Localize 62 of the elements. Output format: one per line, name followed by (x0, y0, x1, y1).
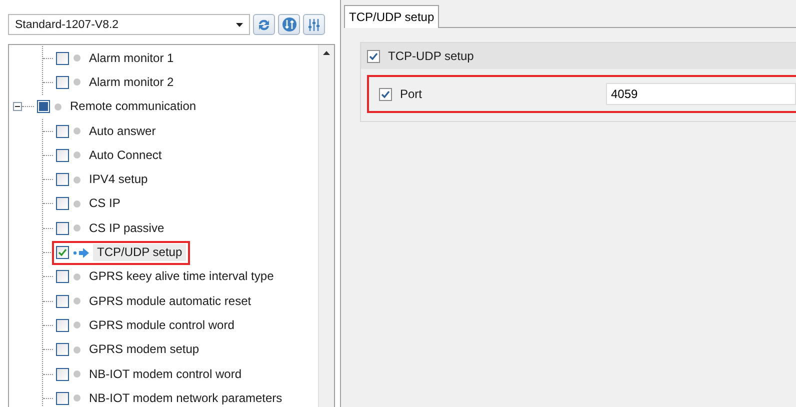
refresh-icon (257, 18, 271, 32)
dot-icon (54, 102, 62, 111)
checkbox[interactable] (56, 368, 69, 380)
checkbox[interactable] (56, 222, 69, 235)
checkbox[interactable] (379, 88, 392, 100)
checkbox[interactable] (56, 318, 69, 332)
dot-icon (73, 54, 81, 62)
tree-item[interactable]: GPRS module control word (85, 316, 238, 334)
checkbox[interactable] (56, 124, 69, 138)
arrow-icon (73, 248, 89, 258)
dot-icon (73, 78, 81, 86)
refresh-button[interactable] (253, 14, 275, 35)
tree-item[interactable]: Auto Connect (85, 146, 166, 164)
profile-select[interactable]: Standard-1207-V8.2 (8, 14, 250, 35)
caret-icon (236, 22, 243, 26)
group-title: TCP-UDP setup (388, 49, 474, 63)
tree-item[interactable]: CS IP (85, 195, 124, 212)
dot-icon (73, 200, 81, 208)
tree-item[interactable]: Auto answer (85, 122, 160, 140)
dot-icon (73, 176, 81, 184)
dot-icon (73, 321, 81, 330)
input-field[interactable]: 4059 (606, 83, 796, 105)
tab[interactable]: TCP/UDP setup (344, 5, 440, 28)
field-label: Port (400, 87, 422, 101)
checkbox[interactable] (56, 392, 69, 405)
scroll-up-icon[interactable] (323, 51, 330, 55)
dot-icon (73, 394, 81, 402)
tree-item[interactable]: GPRS module automatic reset (85, 292, 256, 310)
tree-item[interactable]: GPRS keey alive time interval type (85, 268, 278, 286)
tree-item[interactable]: NB-IOT modem control word (85, 366, 246, 382)
collapse-icon[interactable] (13, 102, 22, 112)
tree-item[interactable]: IPV4 setup (85, 171, 152, 188)
checkbox[interactable] (367, 50, 380, 62)
dot-icon (73, 297, 81, 306)
scrollbar[interactable] (318, 45, 334, 407)
tree-item[interactable]: TCP/UDP setup (93, 244, 186, 262)
tree-item[interactable]: Alarm monitor 1 (85, 50, 178, 67)
checkbox[interactable] (56, 52, 69, 65)
checkbox[interactable] (56, 246, 69, 260)
dot-icon (73, 346, 81, 354)
sync-button[interactable] (278, 14, 300, 35)
checkbox[interactable] (56, 343, 69, 356)
checkbox[interactable] (56, 197, 69, 210)
checkbox[interactable] (37, 100, 50, 114)
sliders-icon (307, 18, 321, 32)
dot-icon (73, 151, 81, 160)
checkbox[interactable] (56, 294, 69, 308)
up-down-arrows-icon (282, 17, 296, 32)
sliders-button[interactable] (303, 14, 325, 35)
tree-item[interactable]: NB-IOT modem network parameters (85, 390, 286, 407)
dot-icon (73, 127, 81, 136)
dot-icon (73, 224, 81, 232)
checkbox[interactable] (56, 270, 69, 284)
checkbox[interactable] (56, 173, 69, 186)
checkbox[interactable] (56, 148, 69, 162)
tree-item[interactable]: Remote communication (66, 98, 200, 116)
tree-item[interactable]: GPRS modem setup (85, 341, 204, 358)
tree-item[interactable]: CS IP passive (85, 220, 168, 237)
dot-icon (73, 272, 81, 281)
tree-item[interactable]: Alarm monitor 2 (85, 74, 178, 91)
dot-icon (73, 370, 81, 378)
checkbox[interactable] (56, 76, 69, 89)
